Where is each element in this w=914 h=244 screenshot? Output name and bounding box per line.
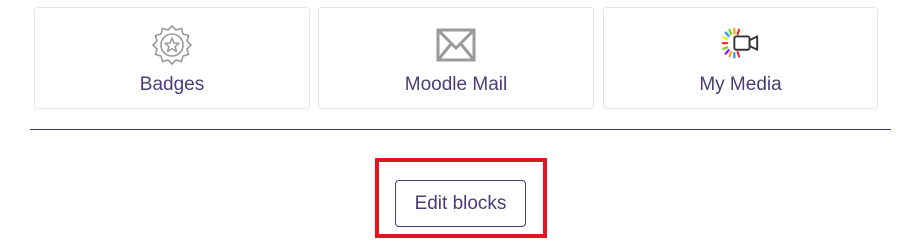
badges-tile[interactable]: Badges: [34, 7, 310, 109]
badge-icon: [152, 25, 192, 65]
section-divider: [30, 129, 891, 130]
edit-blocks-button[interactable]: Edit blocks: [395, 180, 526, 227]
my-media-label: My Media: [699, 74, 782, 95]
moodle-mail-tile[interactable]: Moodle Mail: [318, 7, 594, 109]
my-media-tile[interactable]: My Media: [603, 7, 878, 109]
dashboard-blocks-area: Badges Moodle Mail My Media Edit blocks: [0, 0, 914, 244]
badges-label: Badges: [139, 74, 205, 95]
mail-icon: [436, 25, 476, 65]
video-camera-icon: [721, 25, 761, 65]
moodle-mail-label: Moodle Mail: [404, 74, 508, 95]
